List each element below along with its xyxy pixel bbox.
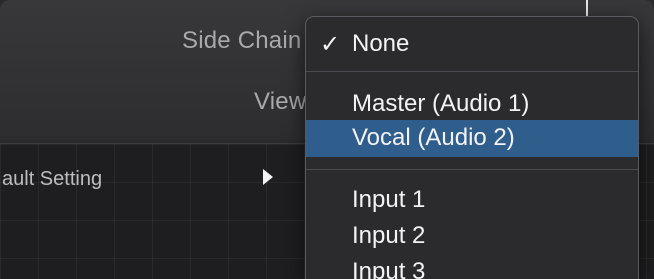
checkmark-icon: ✓ xyxy=(320,30,341,58)
menu-item-label: Vocal (Audio 2) xyxy=(352,124,515,151)
menu-item-label: Input 2 xyxy=(352,222,426,249)
menu-item-input-1[interactable]: Input 1 xyxy=(306,182,638,218)
menu-item-none[interactable]: ✓ None xyxy=(306,26,638,62)
menu-item-label: None xyxy=(352,30,410,57)
menu-item-label: Input 1 xyxy=(352,186,426,213)
menu-item-label: Master (Audio 1) xyxy=(352,90,530,117)
triangle-right-icon[interactable] xyxy=(263,169,273,185)
menu-item-input-3[interactable]: Input 3 xyxy=(306,254,638,279)
menu-item-master-audio-1[interactable]: Master (Audio 1) xyxy=(306,86,638,122)
menu-item-label: Input 3 xyxy=(352,258,426,279)
menu-separator xyxy=(306,169,638,170)
view-label: View xyxy=(254,88,307,115)
menu-separator xyxy=(306,71,638,72)
default-setting-row[interactable]: ault Setting xyxy=(0,160,300,200)
side-chain-label: Side Chain xyxy=(182,27,302,54)
default-setting-label: ault Setting xyxy=(2,168,103,190)
menu-item-vocal-audio-2[interactable]: Vocal (Audio 2) xyxy=(306,120,638,157)
side-chain-dropdown-menu: ✓ None Master (Audio 1) Vocal (Audio 2) … xyxy=(305,16,639,279)
plugin-panel: Side Chain View ault Setting ✓ None Mast… xyxy=(0,0,654,279)
menu-item-input-2[interactable]: Input 2 xyxy=(306,218,638,254)
